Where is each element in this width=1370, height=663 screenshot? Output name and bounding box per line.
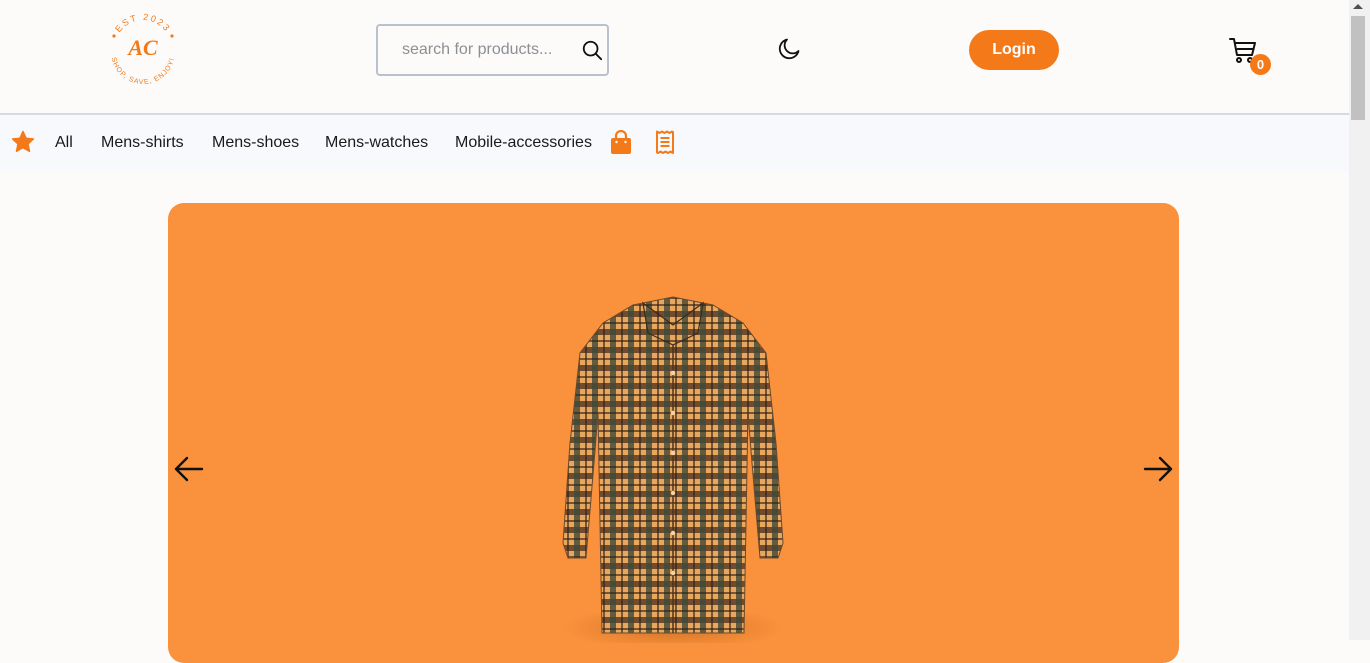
logo-bottom-text: SHOP, SAVE, ENJOY! [110, 57, 176, 86]
arrow-left-icon[interactable] [172, 454, 204, 484]
arrow-right-icon[interactable] [1143, 454, 1175, 484]
logo-monogram: AC [126, 35, 158, 60]
category-mens-shirts[interactable]: Mens-shirts [101, 134, 184, 152]
logo-top-text: EST 2023 [113, 12, 171, 34]
category-mobile-accessories[interactable]: Mobile-accessories [455, 134, 592, 152]
moon-icon[interactable] [777, 37, 801, 61]
category-all[interactable]: All [55, 134, 73, 152]
scrollbar-thumb[interactable] [1351, 16, 1365, 120]
shopping-bag-icon[interactable] [610, 130, 632, 155]
hero-image-plaid-shirt [562, 296, 784, 643]
search-icon[interactable] [581, 39, 603, 61]
hero-carousel [168, 203, 1179, 663]
cart-count-badge: 0 [1250, 54, 1271, 75]
logo[interactable]: EST 2023 SHOP, SAVE, ENJOY! AC [103, 8, 183, 88]
category-mens-watches[interactable]: Mens-watches [325, 134, 428, 152]
svg-text:EST 2023: EST 2023 [113, 12, 173, 34]
login-button[interactable]: Login [969, 30, 1059, 70]
receipt-icon[interactable] [655, 130, 675, 155]
category-mens-shoes[interactable]: Mens-shoes [212, 134, 299, 152]
search-box [376, 24, 609, 76]
header: EST 2023 SHOP, SAVE, ENJOY! AC Login 0 [0, 0, 1349, 115]
category-bar: All Mens-shirts Mens-shoes Mens-watches … [0, 115, 1349, 171]
svg-text:SHOP, SAVE, ENJOY!: SHOP, SAVE, ENJOY! [110, 57, 177, 86]
search-input[interactable] [378, 26, 568, 74]
scroll-up-arrow-icon[interactable] [1353, 4, 1363, 9]
star-icon [11, 130, 35, 153]
